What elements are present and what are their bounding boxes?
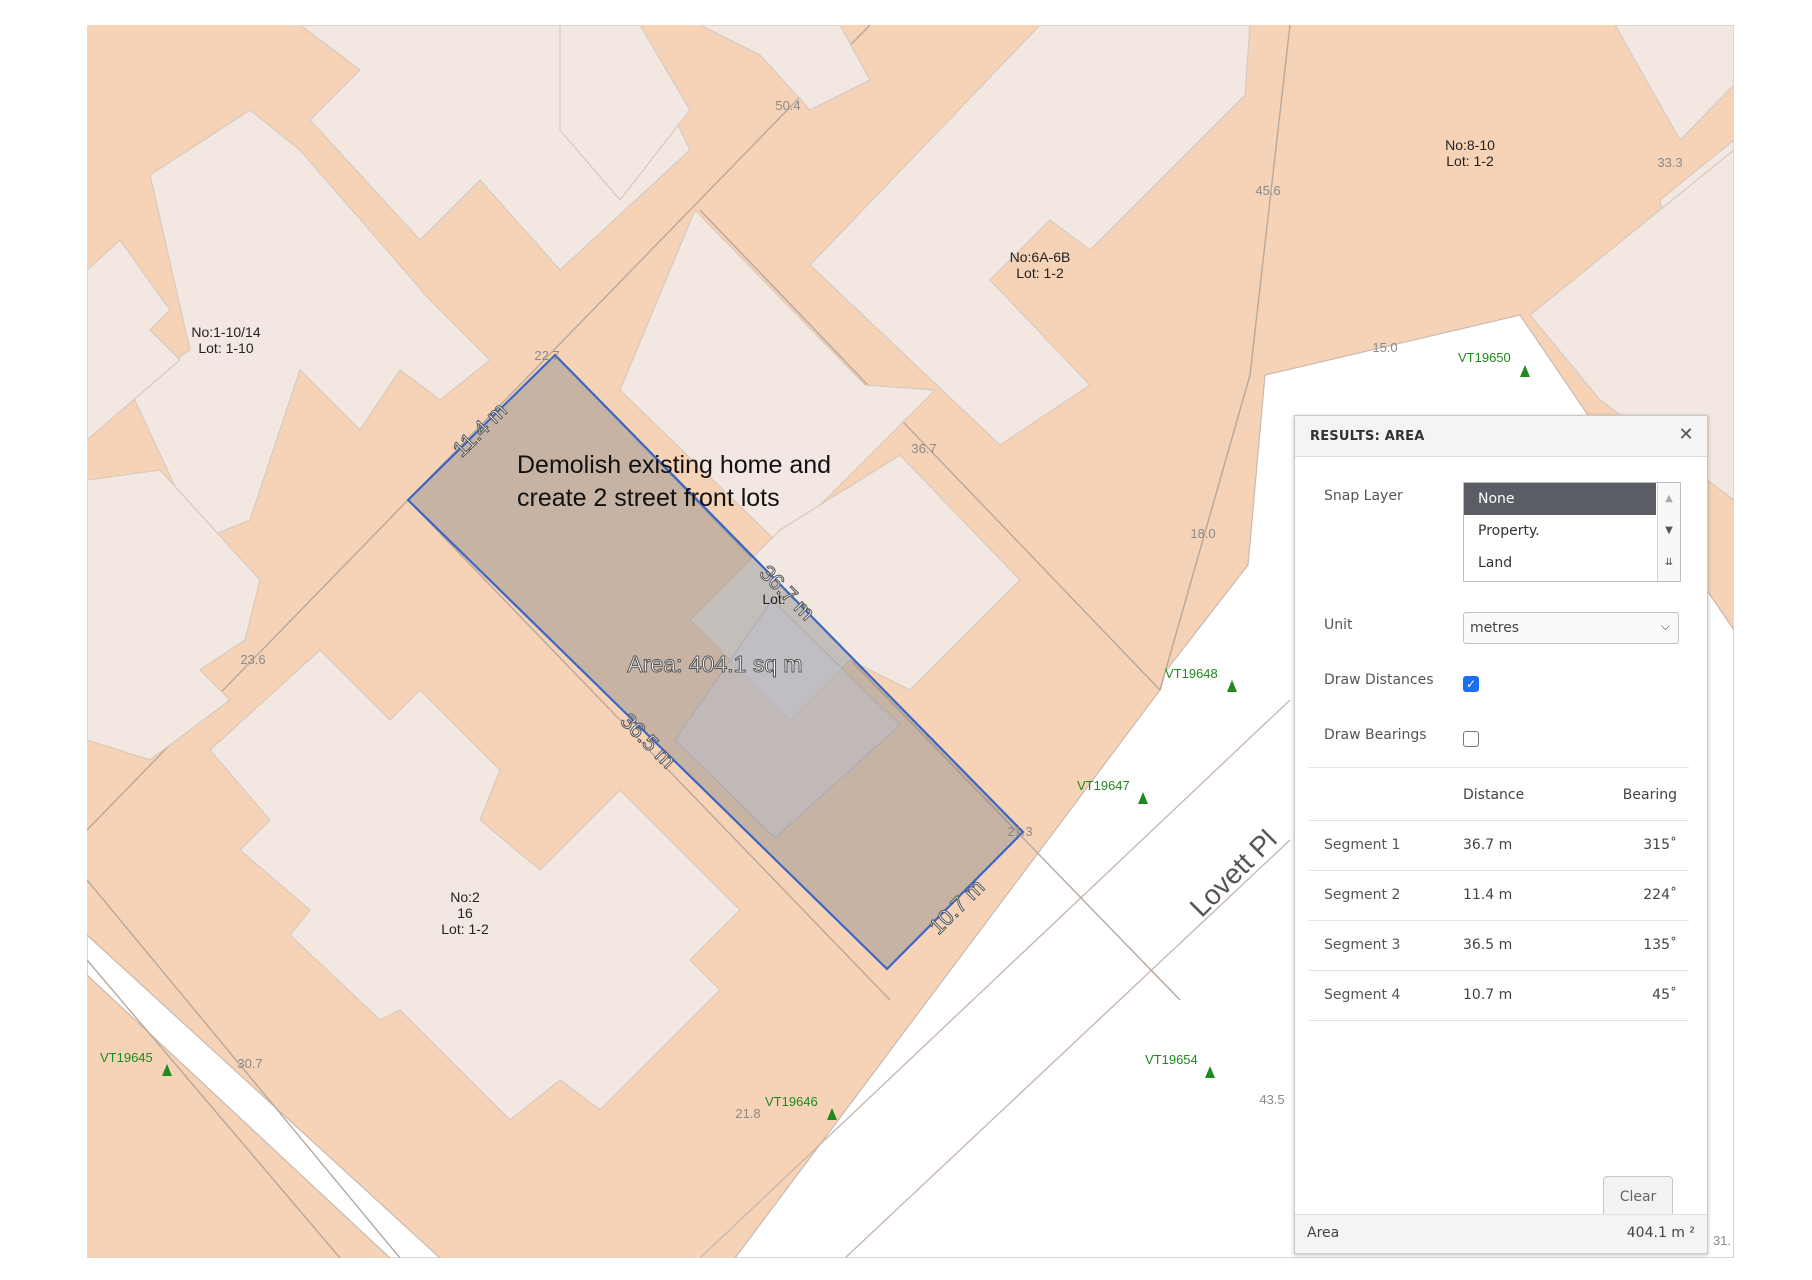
- chevron-down-icon: ⌵: [1660, 619, 1670, 633]
- scroll-down-icon[interactable]: ▼: [1658, 515, 1680, 547]
- snap-option-property[interactable]: Property.: [1464, 515, 1656, 547]
- dimension-label: 33.3: [1657, 155, 1682, 170]
- survey-mark-label: VT19650: [1458, 350, 1511, 365]
- close-icon[interactable]: ✕: [1675, 424, 1697, 446]
- unit-select[interactable]: metres ⌵: [1463, 612, 1679, 644]
- dimension-label: 18.0: [1190, 526, 1215, 541]
- dimension-label: 21.3: [1007, 824, 1032, 839]
- snap-option-land[interactable]: Land: [1464, 547, 1656, 579]
- segment-distance: 10.7 m: [1463, 987, 1513, 1003]
- segment-bearing: 315˚: [1643, 837, 1677, 853]
- column-header-bearing: Bearing: [1622, 787, 1677, 803]
- area-label: Area: 404.1 sq m: [627, 651, 802, 677]
- panel-footer: Area 404.1 m ²: [1295, 1214, 1707, 1253]
- segment-distance: 11.4 m: [1463, 887, 1513, 903]
- dimension-label: 21.8: [735, 1106, 760, 1121]
- survey-mark-label: VT19646: [765, 1094, 818, 1109]
- dimension-label: 43.5: [1259, 1092, 1284, 1107]
- clear-button[interactable]: Clear: [1603, 1176, 1673, 1218]
- snap-layer-listbox[interactable]: None Property. Land ▲ ▼ ⇊: [1463, 482, 1681, 582]
- dimension-label: 23.6: [240, 652, 265, 667]
- results-area-panel: RESULTS: AREA ✕ Snap Layer None Property…: [1294, 415, 1708, 1254]
- column-header-distance: Distance: [1463, 787, 1525, 803]
- unit-label: Unit: [1324, 617, 1353, 633]
- segment-bearing: 224˚: [1643, 887, 1677, 903]
- parcel-label: No:6A-6B Lot: 1-2: [1010, 249, 1071, 281]
- segment-bearing: 135˚: [1643, 937, 1677, 953]
- dimension-label: 15.0: [1372, 340, 1397, 355]
- dimension-label: 31.: [1713, 1233, 1731, 1248]
- table-header: Distance Bearing: [1309, 767, 1689, 821]
- segment-bearing: 45˚: [1652, 987, 1677, 1003]
- draw-distances-checkbox[interactable]: ✓: [1463, 676, 1479, 692]
- dimension-label: 30.7: [237, 1056, 262, 1071]
- parcel-label: No:8-10 Lot: 1-2: [1445, 137, 1495, 169]
- segment-name: Segment 1: [1324, 837, 1401, 853]
- survey-mark-label: VT19645: [100, 1050, 153, 1065]
- snap-layer-label: Snap Layer: [1324, 488, 1403, 504]
- area-total-value: 404.1 m ²: [1626, 1225, 1695, 1241]
- dimension-label: 36.7: [911, 441, 936, 456]
- table-row: Segment 1 36.7 m 315˚: [1309, 821, 1689, 871]
- survey-mark-label: VT19654: [1145, 1052, 1198, 1067]
- table-row: Segment 3 36.5 m 135˚: [1309, 921, 1689, 971]
- scroll-end-icon[interactable]: ⇊: [1658, 547, 1680, 579]
- listbox-scrollbar[interactable]: ▲ ▼ ⇊: [1657, 483, 1680, 581]
- area-total-label: Area: [1307, 1225, 1340, 1241]
- draw-distances-label: Draw Distances: [1324, 672, 1434, 688]
- segment-name: Segment 2: [1324, 887, 1401, 903]
- draw-bearings-checkbox[interactable]: [1463, 731, 1479, 747]
- dimension-label: 22.7: [534, 348, 559, 363]
- draw-bearings-label: Draw Bearings: [1324, 727, 1427, 743]
- segment-name: Segment 4: [1324, 987, 1401, 1003]
- panel-title: RESULTS: AREA: [1310, 429, 1425, 444]
- survey-mark-label: VT19647: [1077, 778, 1130, 793]
- segment-name: Segment 3: [1324, 937, 1401, 953]
- snap-option-none[interactable]: None: [1464, 483, 1656, 515]
- dimension-label: 50.4: [775, 98, 800, 113]
- parcel-label: No:1-10/14 Lot: 1-10: [191, 324, 260, 356]
- panel-header: RESULTS: AREA ✕: [1295, 416, 1707, 457]
- segment-distance: 36.5 m: [1463, 937, 1513, 953]
- table-row: Segment 4 10.7 m 45˚: [1309, 971, 1689, 1021]
- segment-distance: 36.7 m: [1463, 837, 1513, 853]
- table-row: Segment 2 11.4 m 224˚: [1309, 871, 1689, 921]
- survey-mark-label: VT19648: [1165, 666, 1218, 681]
- scroll-up-icon[interactable]: ▲: [1658, 483, 1680, 515]
- dimension-label: 45.6: [1255, 183, 1280, 198]
- segments-table: Distance Bearing Segment 1 36.7 m 315˚ S…: [1309, 767, 1689, 1021]
- unit-value: metres: [1470, 620, 1520, 636]
